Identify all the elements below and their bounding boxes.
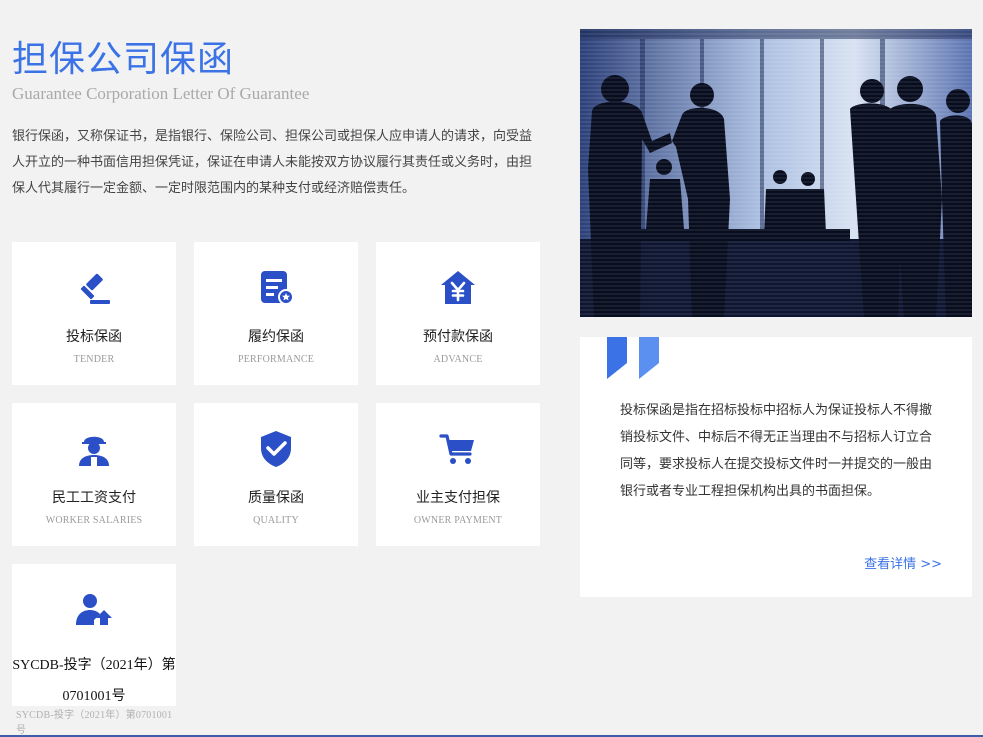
card-en-name: QUALITY <box>253 515 299 526</box>
user-upload-icon <box>76 594 112 625</box>
card-en-name: PERFORMANCE <box>237 354 315 365</box>
card-worker-salaries[interactable]: 民工工资支付 WORKER SALARIES <box>12 403 176 546</box>
page-title: 担保公司保函 <box>12 39 235 80</box>
document-badge-icon <box>261 271 294 305</box>
card-name: SYCDB-投字（2021年）第0701001号 <box>12 658 176 704</box>
description-panel: 投标保函是指在招标投标中招标人为保证投标人不得撤销投标文件、中标后不得无正当理由… <box>580 337 972 597</box>
card-en-name: TENDER <box>73 354 115 365</box>
card-tender[interactable]: 投标保函 TENDER <box>12 242 176 385</box>
card-license[interactable]: SYCDB-投字（2021年）第0701001号 SYCDB-投字（2021年）… <box>12 564 176 736</box>
gavel-icon <box>80 273 110 304</box>
card-en-name: OWNER PAYMENT <box>413 515 503 526</box>
card-name: 业主支付担保 <box>416 490 500 506</box>
card-name: 投标保函 <box>66 329 122 345</box>
shopping-cart-icon <box>439 434 474 464</box>
card-name: 民工工资支付 <box>52 490 136 506</box>
card-name: 质量保函 <box>248 490 304 506</box>
business-meeting-photo <box>580 29 972 317</box>
page-subtitle: Guarantee Corporation Letter Of Guarante… <box>12 84 310 103</box>
panel-description: 投标保函是指在招标投标中招标人为保证投标人不得撤销投标文件、中标后不得无正当理由… <box>620 403 933 499</box>
quote-icon <box>607 337 659 379</box>
card-owner-payment[interactable]: 业主支付担保 OWNER PAYMENT <box>376 403 540 546</box>
card-name: 预付款保函 <box>423 329 493 345</box>
shield-check-icon <box>261 431 291 467</box>
card-advance[interactable]: 预付款保函 ADVANCE <box>376 242 540 385</box>
card-en-name: ADVANCE <box>433 354 483 365</box>
worker-icon <box>79 436 109 466</box>
intro-text: 银行保函，又称保证书，是指银行、保险公司、担保公司或担保人应申请人的请求，向受益… <box>12 129 533 196</box>
view-details-link[interactable]: 查看详情 >> <box>864 553 942 572</box>
card-en-name: SYCDB-投字（2021年）第0701001号 <box>16 710 173 736</box>
card-name: 履约保函 <box>248 329 304 345</box>
card-en-name: WORKER SALARIES <box>45 515 143 526</box>
card-performance[interactable]: 履约保函 PERFORMANCE <box>194 242 358 385</box>
card-quality[interactable]: 质量保函 QUALITY <box>194 403 358 546</box>
house-yen-icon <box>441 271 475 304</box>
